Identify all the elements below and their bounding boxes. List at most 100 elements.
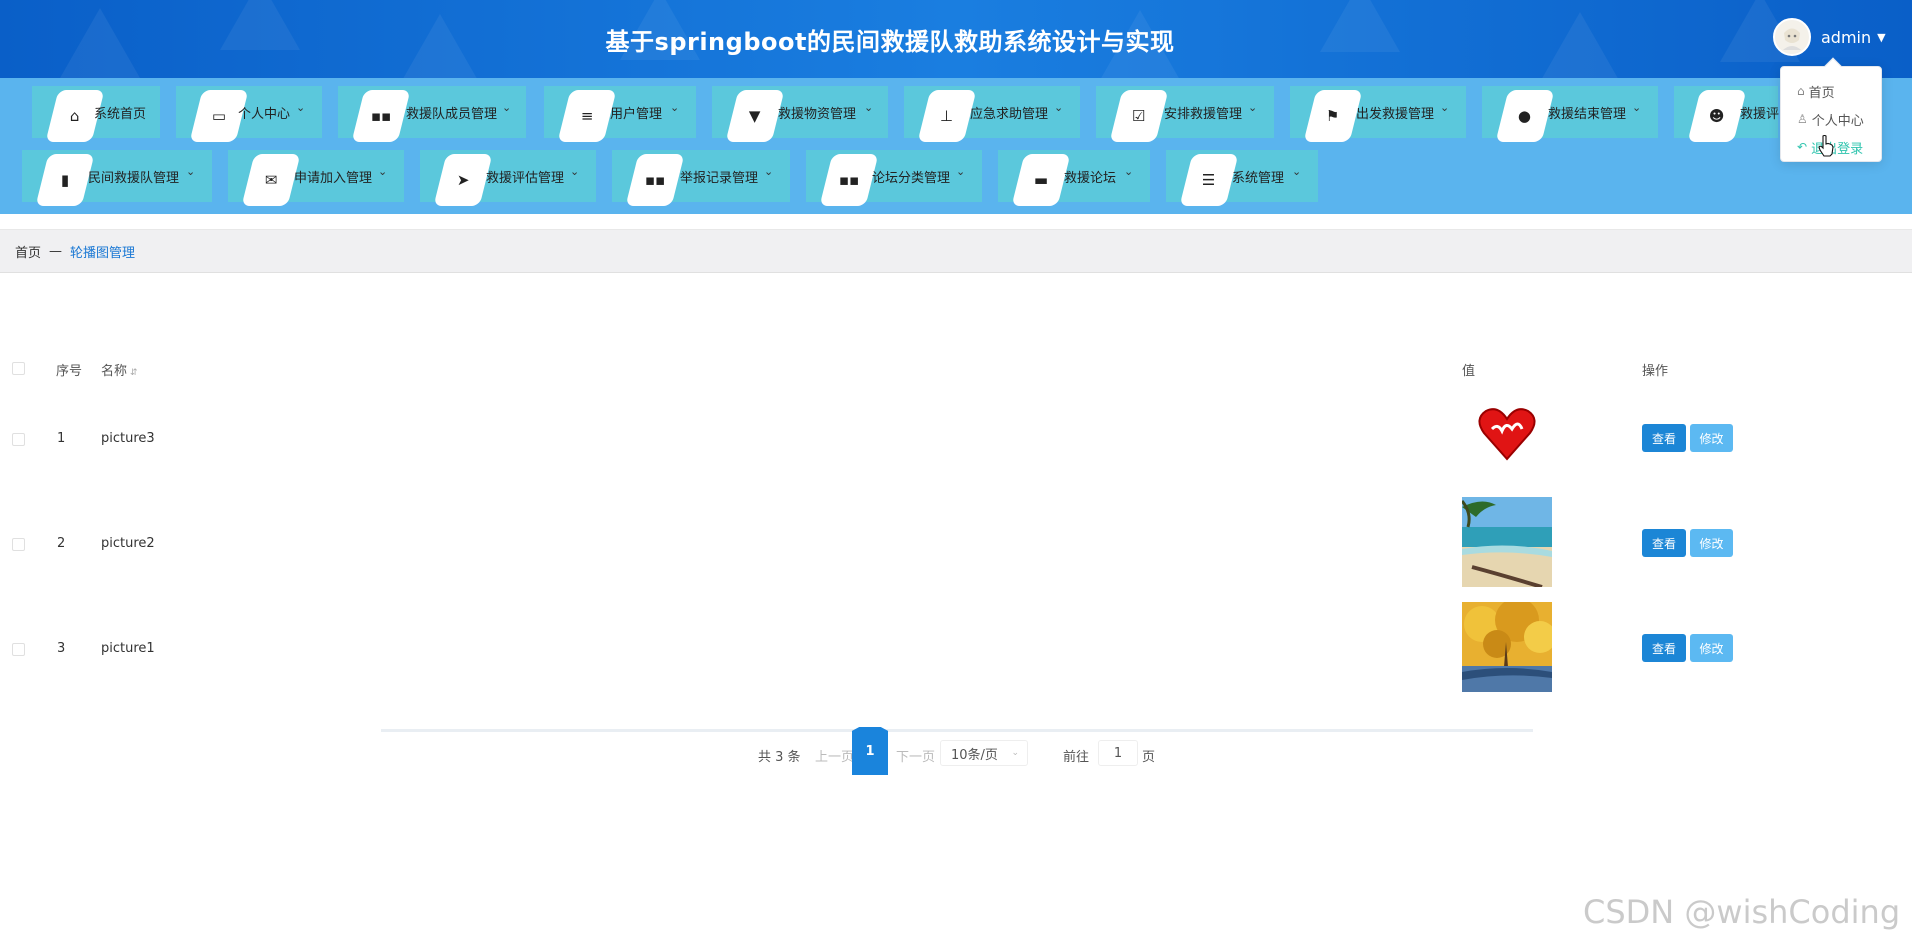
breadcrumb: 首页 — 轮播图管理 — [0, 229, 1912, 273]
breadcrumb-current: 轮播图管理 — [70, 245, 136, 261]
mailbox-icon: ✉ — [264, 170, 278, 189]
nav-item-forum[interactable]: ▬ 救援论坛 ⌄ — [998, 150, 1150, 206]
book-icon: ▮ — [60, 170, 70, 189]
nav-item-emergency[interactable]: ⊥ 应急求助管理 ⌄ — [904, 86, 1080, 142]
column-header-name-label: 名称 — [101, 364, 128, 379]
nav-item-label: 应急求助管理 — [970, 107, 1049, 122]
chevron-down-icon: ⌄ — [1124, 165, 1134, 178]
goto-label: 前往 — [1063, 749, 1090, 765]
row-index: 3 — [57, 641, 66, 656]
caret-down-icon[interactable]: ▼ — [1877, 31, 1885, 44]
column-header-value: 值 — [1462, 364, 1476, 379]
chevron-down-icon: ⌄ — [1632, 101, 1642, 114]
view-button[interactable]: 查看 — [1642, 529, 1686, 557]
pagination-total: 共 3 条 — [758, 749, 801, 765]
clipboard-check-icon: ☑ — [1132, 106, 1146, 125]
nav-item-join-application[interactable]: ✉ 申请加入管理 ⌄ — [228, 150, 404, 206]
page-size-select[interactable]: 10条/页 ⌄ — [940, 740, 1028, 766]
grid-icon: ▪▪ — [838, 170, 860, 189]
chevron-down-icon: ⌄ — [378, 165, 388, 178]
chevron-down-icon: ⌄ — [956, 165, 966, 178]
chevron-down-icon: ⌄ — [1054, 101, 1064, 114]
nav-item-home[interactable]: ⌂ 系统首页 — [32, 86, 160, 142]
nav-item-team-members[interactable]: ▪▪ 救援队成员管理 ⌄ — [338, 86, 526, 142]
row-name: picture3 — [101, 431, 155, 446]
dropdown-item-label: 个人中心 — [1811, 113, 1864, 129]
main-nav: ⌂ 系统首页 ▭ 个人中心 ⌄ ▪▪ 救援队成员管理 ⌄ ≡ 用户管理 ⌄ ▼ … — [0, 78, 1912, 214]
chevron-down-icon: ⌄ — [502, 101, 512, 114]
nav-item-supplies[interactable]: ▼ 救援物资管理 ⌄ — [712, 86, 888, 142]
nav-item-civil-team[interactable]: ▮ 民间救援队管理 ⌄ — [22, 150, 212, 206]
hand-cursor-icon — [1818, 135, 1834, 157]
nav-item-report-records[interactable]: ▪▪ 举报记录管理 ⌄ — [612, 150, 790, 206]
nav-item-depart-rescue[interactable]: ⚑ 出发救援管理 ⌄ — [1290, 86, 1466, 142]
nav-item-label: 论坛分类管理 — [872, 171, 951, 186]
nav-item-label: 举报记录管理 — [680, 171, 759, 186]
row-name: picture1 — [101, 641, 155, 656]
view-button[interactable]: 查看 — [1642, 424, 1686, 452]
chevron-down-icon: ⌄ — [296, 101, 306, 114]
nav-item-arrange-rescue[interactable]: ☑ 安排救援管理 ⌄ — [1096, 86, 1274, 142]
home-icon: ⌂ — [1797, 84, 1805, 98]
nav-item-label: 出发救援管理 — [1356, 107, 1435, 122]
column-header-index: 序号 — [56, 364, 83, 379]
view-button[interactable]: 查看 — [1642, 634, 1686, 662]
nav-item-label: 救援物资管理 — [778, 107, 857, 122]
nav-item-users[interactable]: ≡ 用户管理 ⌄ — [544, 86, 696, 142]
row-checkbox[interactable] — [12, 433, 25, 446]
sort-icon[interactable]: ⇵ — [130, 368, 138, 378]
table-row: 1 picture3 查看 修改 — [0, 387, 1912, 492]
home-icon: ⌂ — [70, 106, 80, 125]
row-checkbox[interactable] — [12, 643, 25, 656]
nav-item-label: 申请加入管理 — [294, 171, 373, 186]
brush-icon: ▼ — [749, 106, 761, 125]
username[interactable]: admin — [1821, 28, 1871, 47]
avatar[interactable] — [1773, 18, 1811, 56]
goto-page-input[interactable]: 1 — [1098, 740, 1138, 766]
stamp-icon: ⊥ — [940, 106, 954, 125]
nav-item-label: 民间救援队管理 — [88, 171, 180, 186]
grid-icon: ▪▪ — [644, 170, 666, 189]
nav-item-label: 用户管理 — [610, 107, 663, 122]
table-header: 序号 名称 ⇵ 值 操作 — [0, 350, 1912, 386]
goto-page-unit: 页 — [1142, 749, 1156, 765]
row-index: 2 — [57, 536, 66, 551]
chevron-down-icon: ⌄ — [1440, 101, 1450, 114]
card-icon: ▭ — [211, 106, 227, 125]
nav-item-rescue-assessment[interactable]: ➤ 救援评估管理 ⌄ — [420, 150, 596, 206]
nav-item-system[interactable]: ☰ 系统管理 ⌄ — [1166, 150, 1318, 206]
page-size-value: 10条/页 — [951, 747, 998, 763]
pagination-divider — [381, 729, 1533, 732]
user-icon: ♙ — [1797, 112, 1808, 126]
dropdown-item-home[interactable]: ⌂ 首页 — [1781, 77, 1881, 105]
nav-item-label: 救援队成员管理 — [406, 107, 498, 122]
chevron-down-icon: ⌄ — [764, 165, 774, 178]
column-header-name[interactable]: 名称 ⇵ — [101, 360, 138, 379]
nav-item-personal-center[interactable]: ▭ 个人中心 ⌄ — [176, 86, 322, 142]
page-title: 基于springboot的民间救援队救助系统设计与实现 — [605, 28, 1175, 56]
nav-item-label: 个人中心 — [238, 107, 291, 122]
select-all-checkbox[interactable] — [12, 362, 25, 375]
breadcrumb-home[interactable]: 首页 — [15, 242, 41, 261]
heart-image — [1462, 389, 1552, 479]
nav-item-rescue-end[interactable]: ● 救援结束管理 ⌄ — [1482, 86, 1658, 142]
pagination-page-1[interactable]: 1 — [852, 727, 888, 775]
edit-button[interactable]: 修改 — [1690, 424, 1733, 452]
chevron-down-icon: ⌄ — [186, 165, 196, 178]
nav-item-forum-category[interactable]: ▪▪ 论坛分类管理 ⌄ — [806, 150, 982, 206]
top-header: 基于springboot的民间救援队救助系统设计与实现 admin ▼ — [0, 0, 1912, 78]
edit-button[interactable]: 修改 — [1690, 634, 1733, 662]
edit-button[interactable]: 修改 — [1690, 529, 1733, 557]
dropdown-item-personal-center[interactable]: ♙ 个人中心 — [1781, 105, 1881, 133]
nav-item-label: 系统首页 — [94, 107, 147, 122]
column-header-actions: 操作 — [1642, 364, 1669, 379]
chat-icon: ▬ — [1033, 170, 1049, 189]
pagination-prev[interactable]: 上一页 — [815, 740, 854, 770]
sliders-icon: ≡ — [580, 106, 594, 125]
chevron-down-icon: ⌄ — [1292, 165, 1302, 178]
nav-item-rescue-eval-partial[interactable]: ☻ 救援评 — [1674, 86, 1779, 142]
row-checkbox[interactable] — [12, 538, 25, 551]
table-row: 2 picture2 查看 修改 — [0, 492, 1912, 597]
user-menu-trigger[interactable]: admin ▼ — [1773, 18, 1886, 56]
pagination-next[interactable]: 下一页 — [896, 740, 935, 770]
